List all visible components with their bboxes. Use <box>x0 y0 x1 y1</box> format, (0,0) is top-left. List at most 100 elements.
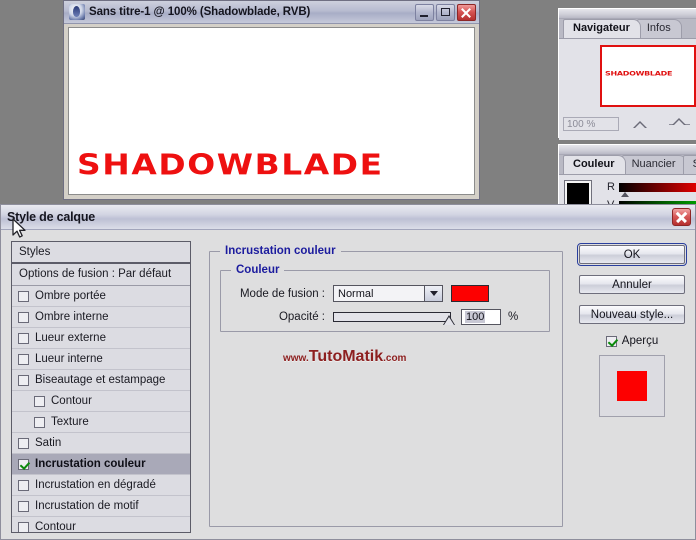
opacity-slider-handle[interactable] <box>443 315 455 325</box>
color-overlay-group: Incrustation couleur Couleur Mode de fus… <box>209 245 563 527</box>
effect-label: Contour <box>51 395 92 407</box>
effect-item[interactable]: Incrustation en dégradé <box>12 475 190 496</box>
navigator-palette-tabs: Navigateur Infos <box>559 19 696 38</box>
effect-checkbox[interactable] <box>18 479 29 491</box>
mouse-cursor-icon <box>12 218 26 238</box>
navigator-footer: 100 % <box>559 116 696 132</box>
opacity-slider[interactable] <box>333 312 455 325</box>
effect-label: Satin <box>35 437 62 449</box>
effect-label: Incrustation en dégradé <box>35 479 156 491</box>
maximize-icon[interactable] <box>436 4 455 21</box>
effect-label: Lueur interne <box>35 353 103 365</box>
navigator-zoom-slider[interactable] <box>669 117 690 125</box>
effect-checkbox[interactable] <box>34 416 45 428</box>
watermark-prefix: www. <box>283 353 309 364</box>
tab-couleur[interactable]: Couleur <box>563 155 626 174</box>
minimize-icon[interactable] <box>415 4 434 21</box>
effect-checkbox[interactable] <box>18 353 29 365</box>
channel-slider-r[interactable] <box>619 182 696 192</box>
watermark-main: TutoMatik <box>308 348 384 365</box>
close-icon[interactable] <box>457 4 476 21</box>
chevron-down-icon[interactable] <box>424 286 442 301</box>
layer-style-dialog: Style de calque Styles Options de fusion… <box>0 204 696 540</box>
navigator-palette: Navigateur Infos SHADOWBLADE 100 % <box>558 8 696 140</box>
navigator-zoom-slider-handle[interactable] <box>672 117 686 125</box>
channel-label-r: R <box>607 181 615 193</box>
preview-checkbox[interactable] <box>605 335 617 347</box>
opacity-label: Opacité : <box>278 311 325 323</box>
navigator-palette-body: SHADOWBLADE 100 % <box>559 38 696 140</box>
photoshop-icon <box>69 4 85 20</box>
color-palette-tabs: Couleur Nuancier S <box>559 155 696 174</box>
dialog-buttons: OK Annuler Nouveau style... Aperçu <box>577 243 687 417</box>
opacity-input[interactable]: 100 <box>461 309 501 325</box>
zoom-out-icon[interactable] <box>619 120 661 128</box>
effect-checkbox[interactable] <box>18 458 29 470</box>
effect-label: Incrustation de motif <box>35 500 139 512</box>
effect-checkbox[interactable] <box>18 500 29 512</box>
effect-item[interactable]: Lueur externe <box>12 328 190 349</box>
effect-item[interactable]: Incrustation de motif <box>12 496 190 517</box>
color-palette: Couleur Nuancier S R V <box>558 144 696 217</box>
color-palette-body: R V <box>559 174 696 217</box>
couleur-subgroup: Couleur Mode de fusion : Normal Opacité … <box>220 264 550 332</box>
navigator-zoom-field[interactable]: 100 % <box>563 117 619 131</box>
effect-checkbox[interactable] <box>18 311 29 323</box>
effect-checkbox[interactable] <box>18 374 29 386</box>
tab-navigateur[interactable]: Navigateur <box>563 19 641 38</box>
effects-list: Ombre portée Ombre interne Lueur externe Lu… <box>12 286 190 532</box>
opacity-value: 100 <box>465 311 486 323</box>
opacity-unit: % <box>508 311 519 323</box>
effect-label: Texture <box>51 416 89 428</box>
navigator-thumbnail[interactable]: SHADOWBLADE <box>600 45 696 107</box>
effect-item[interactable]: Ombre portée <box>12 286 190 307</box>
preview-checkbox-row[interactable]: Aperçu <box>579 335 685 347</box>
effect-checkbox[interactable] <box>18 332 29 344</box>
styles-panel: Styles Options de fusion : Par défaut Om… <box>11 241 191 533</box>
cancel-button[interactable]: Annuler <box>579 275 685 294</box>
effect-label: Lueur externe <box>35 332 106 344</box>
styles-panel-header[interactable]: Styles <box>12 242 190 264</box>
new-style-button[interactable]: Nouveau style... <box>579 305 685 324</box>
effect-label: Biseautage et estampage <box>35 374 166 386</box>
watermark-suffix: .com <box>383 353 407 364</box>
tab-infos[interactable]: Infos <box>636 19 682 38</box>
tab-styles[interactable]: S <box>682 155 696 174</box>
effect-label: Incrustation couleur <box>35 458 146 470</box>
blend-mode-row: Mode de fusion : Normal <box>229 285 489 302</box>
effect-item[interactable]: Texture <box>12 412 190 433</box>
effect-checkbox[interactable] <box>18 290 29 302</box>
effect-item[interactable]: Satin <box>12 433 190 454</box>
watermark: www.TutoMatik.com <box>283 348 406 366</box>
window-controls <box>415 4 476 21</box>
tab-nuancier[interactable]: Nuancier <box>621 155 687 174</box>
palette-grip[interactable] <box>559 145 696 155</box>
effect-item[interactable]: Contour <box>12 517 190 532</box>
effect-item[interactable]: Incrustation couleur <box>12 454 190 475</box>
image-canvas[interactable]: SHADOWBLADE <box>68 27 475 195</box>
overlay-color-swatch[interactable] <box>451 285 489 302</box>
blending-options-row[interactable]: Options de fusion : Par défaut <box>12 264 190 286</box>
image-window-title: Sans titre-1 @ 100% (Shadowblade, RVB) <box>89 6 311 18</box>
effect-item[interactable]: Contour <box>12 391 190 412</box>
blend-mode-value: Normal <box>338 287 374 300</box>
effect-item[interactable]: Ombre interne <box>12 307 190 328</box>
ok-button[interactable]: OK <box>577 243 687 266</box>
blend-mode-dropdown[interactable]: Normal <box>333 285 443 302</box>
channel-handle-r[interactable] <box>621 192 629 197</box>
dialog-close-icon[interactable] <box>672 208 691 226</box>
navigator-thumbnail-text: SHADOWBLADE <box>605 69 673 78</box>
dialog-titlebar[interactable]: Style de calque <box>1 205 695 230</box>
image-window-titlebar[interactable]: Sans titre-1 @ 100% (Shadowblade, RVB) <box>64 1 479 24</box>
effect-label: Ombre interne <box>35 311 109 323</box>
preview-color-chip <box>617 371 647 401</box>
preview-label: Aperçu <box>621 335 659 347</box>
effect-checkbox[interactable] <box>34 395 45 407</box>
effect-item[interactable]: Biseautage et estampage <box>12 370 190 391</box>
effect-item[interactable]: Lueur interne <box>12 349 190 370</box>
effect-label: Contour <box>35 521 76 532</box>
palette-grip[interactable] <box>559 9 696 19</box>
effect-checkbox[interactable] <box>18 437 29 449</box>
couleur-subgroup-label: Couleur <box>231 264 285 276</box>
effect-checkbox[interactable] <box>18 521 29 532</box>
